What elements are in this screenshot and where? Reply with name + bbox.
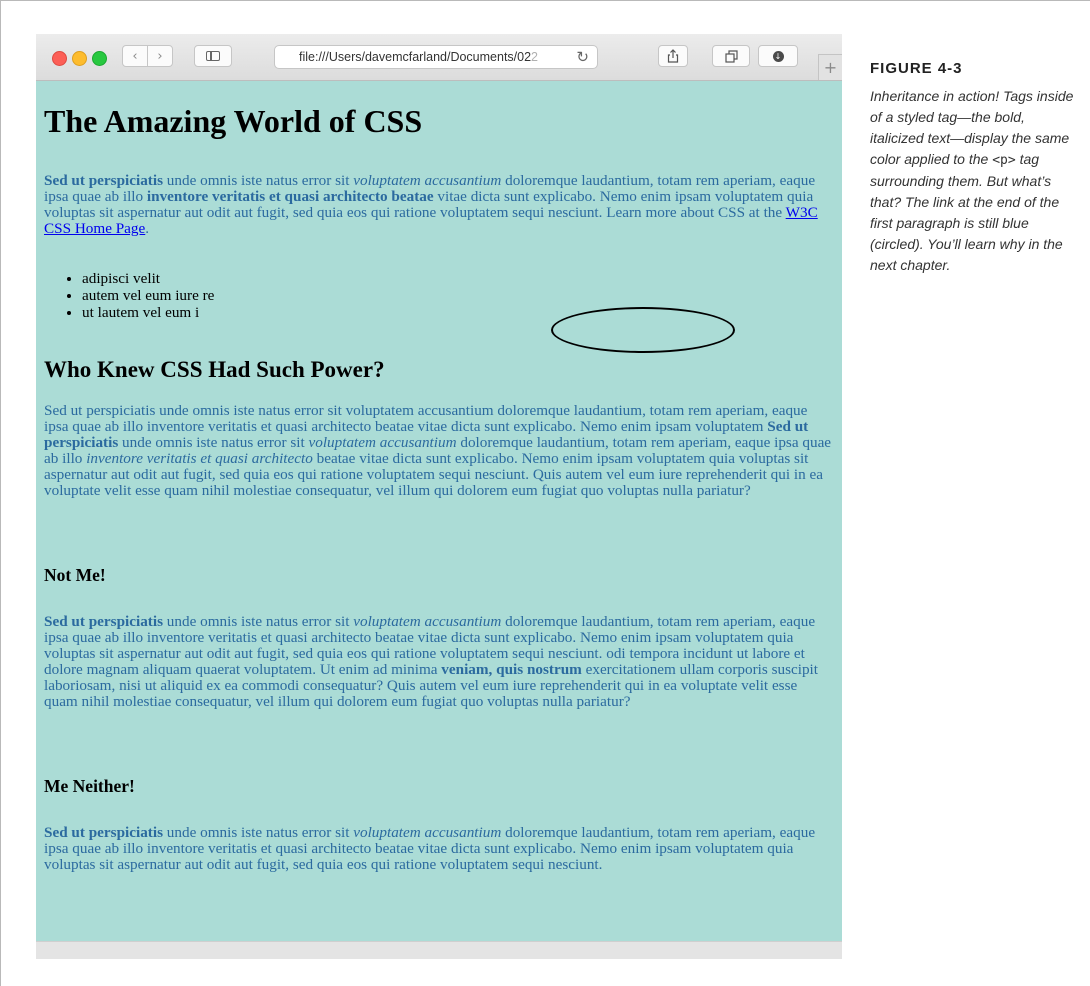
section-heading: Who Knew CSS Had Such Power?	[44, 357, 385, 382]
back-button[interactable]: ‹	[122, 45, 148, 67]
minimize-window-button[interactable]	[72, 51, 87, 66]
paragraph-text: Sed ut perspiciatis unde omnis iste natu…	[44, 402, 808, 435]
close-window-button[interactable]	[52, 51, 67, 66]
address-bar[interactable]: file:///Users/davemcfarland/Documents/02…	[274, 45, 598, 69]
bold-text: veniam, quis nostrum	[441, 661, 582, 678]
caption-text: Inheritance in action! Tags inside of a …	[870, 88, 1074, 167]
page-title: The Amazing World of CSS	[44, 103, 423, 139]
me-neither-paragraph: Sed ut perspiciatis unde omnis iste natu…	[44, 825, 834, 873]
figure-caption: Inheritance in action! Tags inside of a …	[870, 86, 1080, 276]
subheading-not-me: Not Me!	[44, 565, 106, 585]
forward-button[interactable]: ›	[147, 45, 173, 67]
intro-paragraph: Sed ut perspiciatis unde omnis iste natu…	[44, 173, 834, 237]
address-text-fade: 2	[531, 50, 538, 64]
paragraph-text: unde omnis iste natus error sit	[162, 824, 354, 841]
reload-icon[interactable]: ↻	[576, 48, 589, 66]
bullet-list: adipisci velit autem vel eum iure re ut …	[44, 270, 214, 321]
caption-code: <p>	[992, 153, 1016, 168]
frame-border-top	[0, 0, 1090, 1]
share-icon	[667, 49, 679, 63]
bold-text: Sed ut perspiciatis	[44, 613, 163, 630]
page-content: The Amazing World of CSS Sed ut perspici…	[36, 81, 842, 941]
italic-text: voluptatem accusantium	[308, 434, 457, 451]
browser-toolbar: ‹ › file:///Users/davemcfarland/Document…	[36, 34, 842, 81]
tabs-overview-icon	[724, 49, 738, 63]
download-icon: ↓	[772, 50, 784, 62]
show-tabs-button[interactable]	[712, 45, 750, 67]
italic-text: inventore veritatis et quasi architecto	[86, 450, 313, 467]
italic-text: voluptatem accusantium	[353, 824, 502, 841]
share-button[interactable]	[658, 45, 688, 67]
list-item: adipisci velit	[82, 270, 214, 287]
chevron-right-icon: ›	[157, 48, 163, 64]
subheading-me-neither: Me Neither!	[44, 776, 135, 796]
paragraph-text: unde omnis iste natus error sit	[118, 434, 309, 451]
section-paragraph: Sed ut perspiciatis unde omnis iste natu…	[44, 403, 834, 499]
link-highlight-circle	[551, 307, 735, 353]
frame-border-left	[0, 0, 1, 986]
zoom-window-button[interactable]	[92, 51, 107, 66]
chevron-left-icon: ‹	[132, 48, 138, 64]
downloads-button[interactable]: ↓	[758, 45, 798, 67]
figure-label: FIGURE 4-3	[870, 60, 963, 77]
list-item: autem vel eum iure re	[82, 287, 214, 304]
address-text: file:///Users/davemcfarland/Documents/02	[299, 50, 532, 64]
italic-text: voluptatem accusantium	[353, 613, 502, 630]
new-tab-button[interactable]: +	[818, 54, 842, 80]
bold-text: Sed ut perspiciatis	[44, 172, 163, 189]
sidebar-toggle-button[interactable]	[194, 45, 232, 67]
paragraph-text: unde omnis iste natus error sit	[162, 172, 354, 189]
sidebar-icon	[206, 51, 220, 61]
list-item: ut lautem vel eum i	[82, 304, 214, 321]
paragraph-text: .	[145, 220, 150, 237]
italic-text: voluptatem accusantium	[353, 172, 502, 189]
paragraph-text: unde omnis iste natus error sit	[162, 613, 354, 630]
not-me-paragraph: Sed ut perspiciatis unde omnis iste natu…	[44, 614, 834, 710]
status-bar	[36, 941, 842, 959]
caption-text: tag surrounding them. But what’s that? T…	[870, 151, 1063, 273]
bold-text: Sed ut perspiciatis	[44, 824, 163, 841]
browser-window: ‹ › file:///Users/davemcfarland/Document…	[36, 34, 842, 959]
bold-text: inventore veritatis et quasi architecto …	[146, 188, 434, 205]
